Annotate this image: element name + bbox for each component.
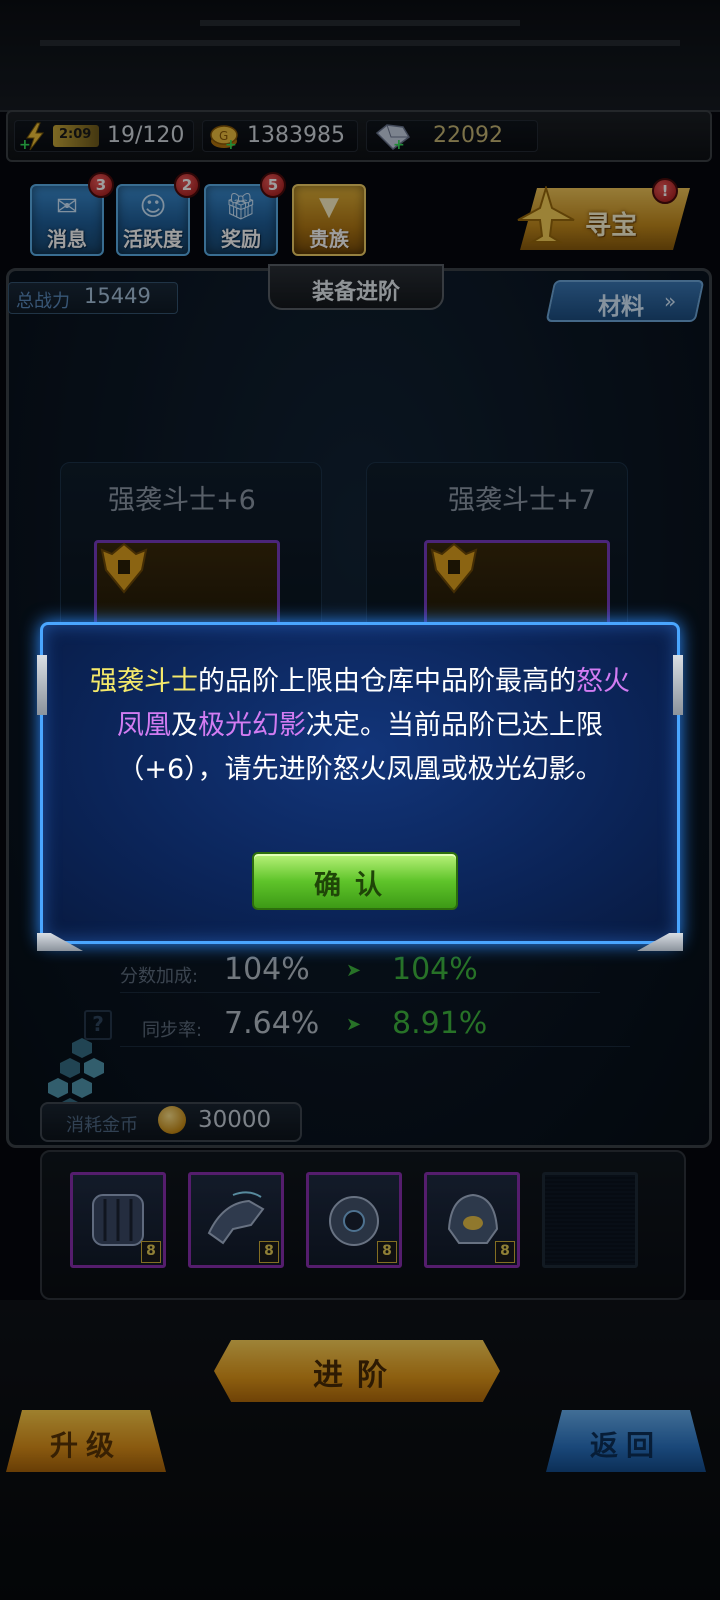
dialog-message: 强袭斗士的品阶上限由仓库中品阶最高的怒火凤凰及极光幻影决定。当前品阶已达上限（+… [90,660,630,792]
dialog-corner [637,933,683,951]
dialog-corner [37,933,83,951]
dialog-side-bracket [673,655,683,715]
dialog-item-name: 强袭斗士 [90,666,198,697]
dialog-side-bracket [37,655,47,715]
dialog-text-part-1: 的品阶上限由仓库中品阶最高的 [198,666,576,697]
dialog-text-part-2: 及 [171,710,198,741]
dialog-material-2: 极光幻影 [198,710,306,741]
confirm-label: 确认 [314,870,396,901]
